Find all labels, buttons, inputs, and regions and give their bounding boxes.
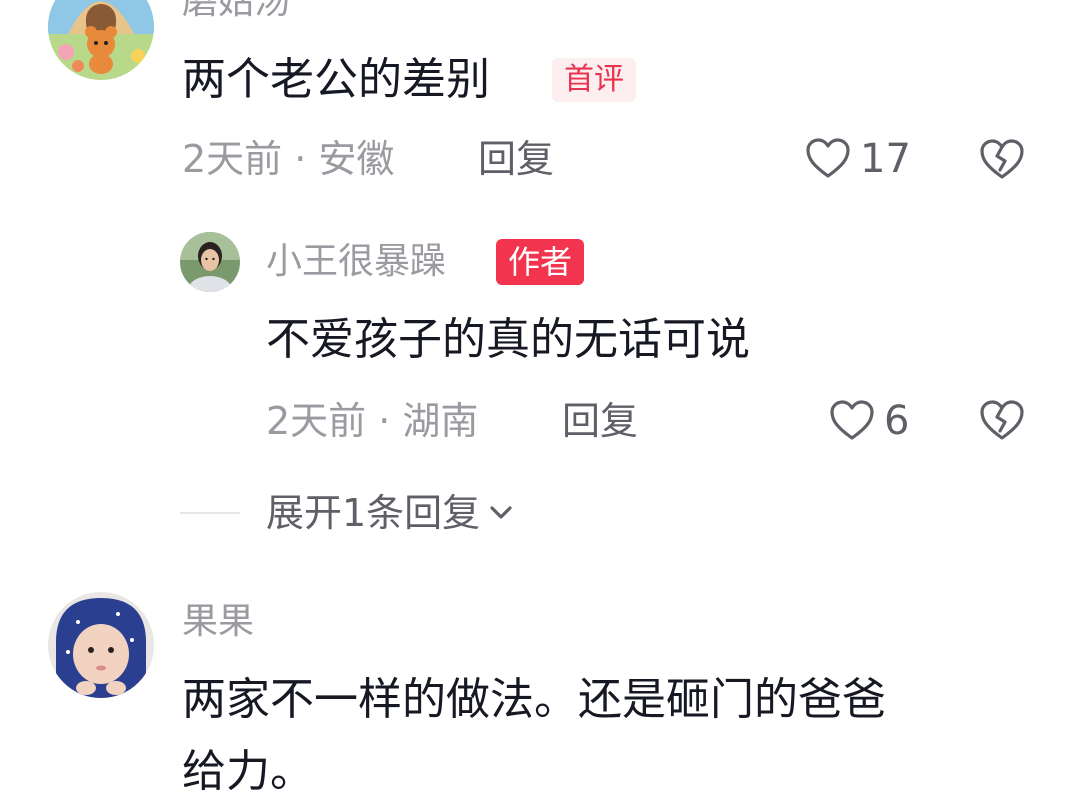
woman-photo-avatar-icon — [180, 232, 240, 292]
comment1-text: 两个老公的差别 — [182, 54, 490, 105]
author-badge: 作者 — [496, 239, 585, 285]
baby-in-hood-avatar-icon — [48, 592, 154, 698]
chevron-down-icon — [490, 506, 512, 519]
expand-replies-label: 展开1条回复 — [266, 491, 481, 535]
expand-divider — [180, 512, 240, 514]
cartoon-bear-avatar-icon — [48, 0, 154, 80]
reply1-like-count: 6 — [884, 398, 910, 444]
comment1-like-button[interactable]: 17 — [804, 134, 911, 184]
comment1-reply-button[interactable]: 回复 — [478, 134, 554, 184]
username-reply1[interactable]: 小王很暴躁 — [266, 240, 446, 284]
avatar-comment1[interactable] — [48, 0, 154, 80]
avatar-reply1[interactable] — [180, 232, 240, 292]
avatar-comment2[interactable] — [48, 592, 154, 698]
comment1-dislike-button[interactable] — [978, 136, 1026, 188]
heart-outline-icon — [830, 400, 874, 440]
comment1-time-location: 2天前 · 安徽 — [182, 137, 395, 181]
reply1-dislike-button[interactable] — [978, 397, 1026, 449]
reply1-reply-button[interactable]: 回复 — [562, 396, 638, 446]
expand-replies-button[interactable]: 展开1条回复 — [266, 488, 518, 538]
heart-outline-icon — [806, 138, 850, 178]
username-comment1[interactable]: 磨姑汤 — [182, 0, 290, 24]
broken-heart-icon — [980, 400, 1024, 440]
reply1-like-button[interactable]: 6 — [828, 396, 909, 446]
reply1-text: 不爱孩子的真的无话可说 — [266, 314, 750, 365]
comment2-text-line2: 给力。 — [182, 746, 314, 797]
comment2-text-line1: 两家不一样的做法。还是砸门的爸爸 — [182, 674, 886, 725]
username-comment2[interactable]: 果果 — [182, 600, 254, 644]
reply1-time-location: 2天前 · 湖南 — [266, 399, 479, 443]
comment1-like-count: 17 — [860, 136, 911, 182]
first-comment-badge: 首评 — [552, 58, 636, 102]
broken-heart-icon — [980, 139, 1024, 179]
